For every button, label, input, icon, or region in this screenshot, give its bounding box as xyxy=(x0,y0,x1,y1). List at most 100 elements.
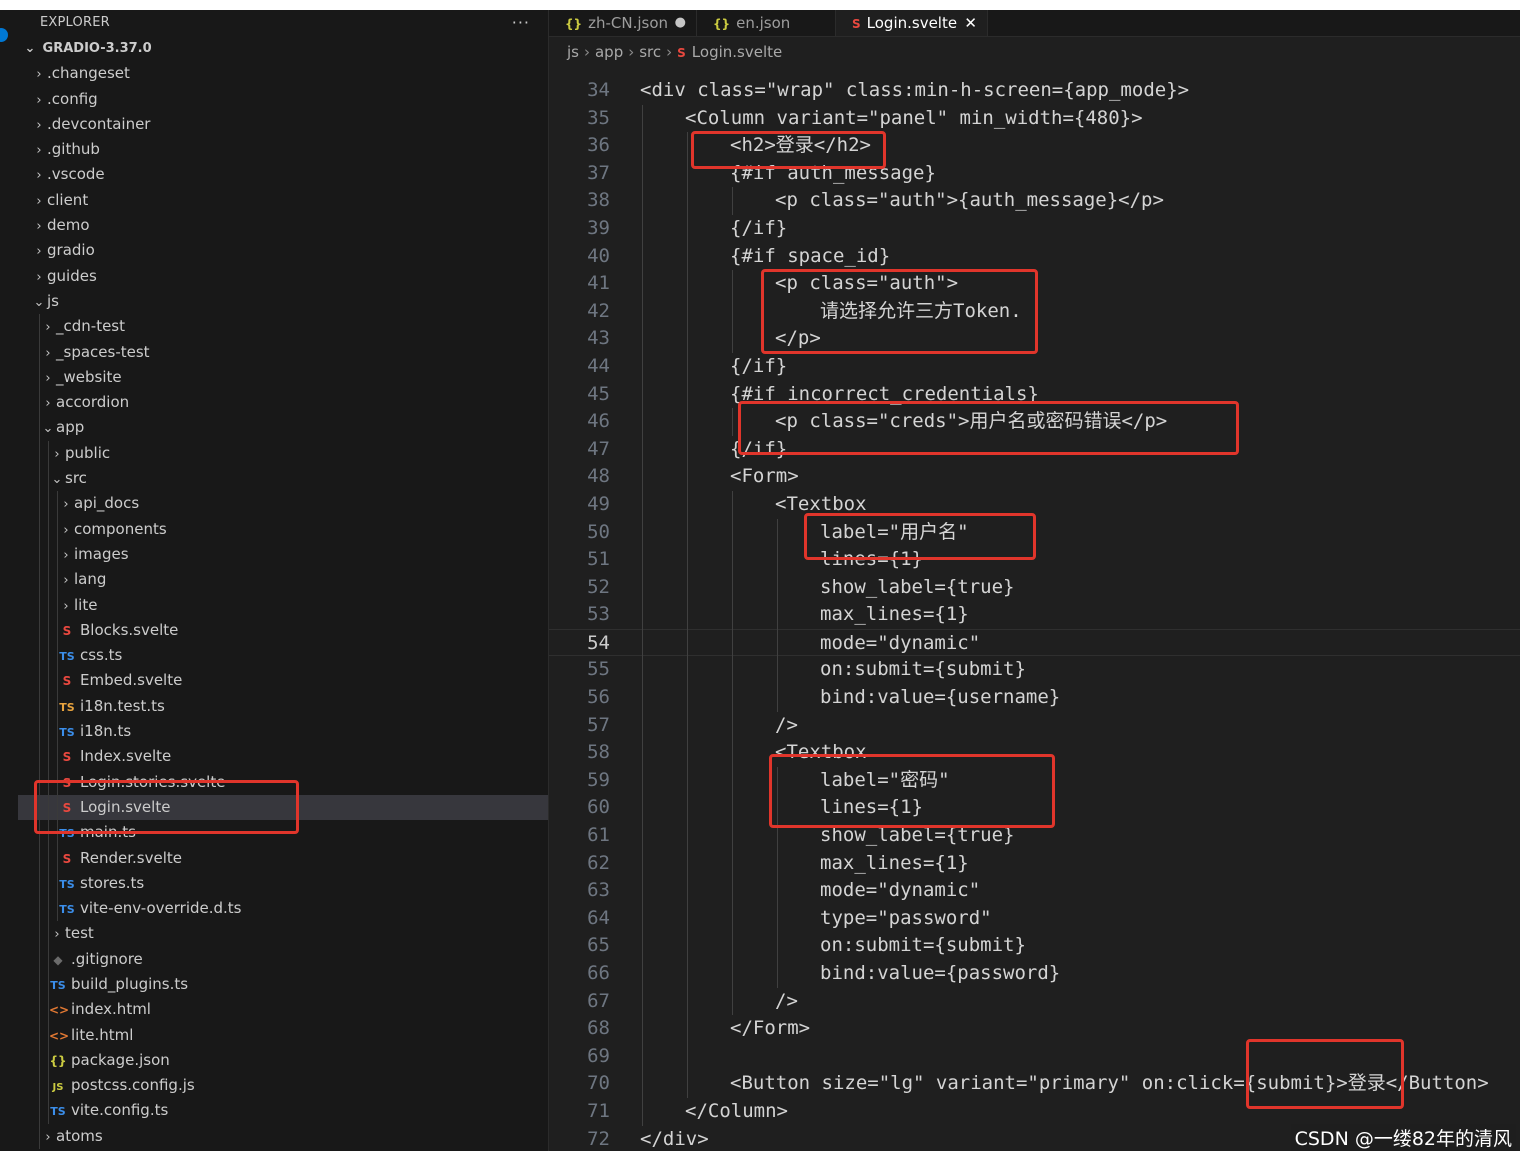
file-item[interactable]: S Blocks.svelte xyxy=(18,617,548,644)
indent-guide xyxy=(48,693,49,720)
chevron-right-icon: › xyxy=(36,92,42,108)
code-text: <p class="auth">{auth_message}</p> xyxy=(775,189,1164,212)
editor-tab[interactable]: {} en.json xyxy=(697,10,836,36)
line-number: 57 xyxy=(587,713,610,736)
indent-guide xyxy=(39,845,40,871)
folder-item[interactable]: › gradio xyxy=(18,238,548,263)
folder-item[interactable]: › components xyxy=(18,516,548,542)
more-actions-icon[interactable]: ··· xyxy=(512,10,530,36)
code-text: on:submit={submit} xyxy=(820,658,1026,681)
indent-guide xyxy=(48,769,49,795)
tree-item-label: test xyxy=(65,924,94,943)
code-text: type="password" xyxy=(820,906,992,929)
chevron-down-icon: ⌄ xyxy=(42,421,54,437)
chevron-right-icon: › xyxy=(54,446,60,462)
code-text: bind:value={username} xyxy=(820,686,1061,709)
file-item[interactable]: TS i18n.ts xyxy=(18,719,548,745)
folder-item[interactable]: › images xyxy=(18,541,548,568)
editor-tab[interactable]: S Login.svelte ✕ xyxy=(836,10,988,36)
file-item[interactable]: S Embed.svelte xyxy=(18,668,548,694)
code-text: show_label={true} xyxy=(820,824,1015,847)
breadcrumb-item[interactable]: app xyxy=(595,43,623,61)
file-item[interactable]: S Login.svelte xyxy=(18,794,548,821)
folder-item[interactable]: › client xyxy=(18,188,548,213)
json-file-icon: {} xyxy=(565,17,583,31)
chevron-right-icon: › xyxy=(54,927,60,943)
code-line: 40 {#if space_id} xyxy=(549,243,1520,271)
folder-item[interactable]: › .changeset xyxy=(18,61,548,86)
line-number: 66 xyxy=(587,962,610,984)
code-text: label="用户名" xyxy=(820,520,969,543)
folder-item[interactable]: › _spaces-test xyxy=(18,339,548,365)
folder-item[interactable]: › .config xyxy=(18,87,548,112)
indent-guide xyxy=(732,270,733,353)
code-text: /> xyxy=(775,713,798,736)
code-line: 58 <Textbox xyxy=(549,739,1520,767)
breadcrumb-item[interactable]: js xyxy=(567,43,579,61)
workspace-root-label: GRADIO-3.37.0 xyxy=(42,41,152,56)
tree-item-label: _website xyxy=(56,367,122,386)
code-text: <Button size="lg" variant="primary" on:c… xyxy=(730,1072,1489,1095)
accounts-badge-icon[interactable] xyxy=(0,28,8,42)
folder-item[interactable]: › _cdn-test xyxy=(18,314,548,340)
folder-item[interactable]: ⌄ src xyxy=(18,466,548,492)
indent-guide xyxy=(48,1098,49,1124)
folder-item[interactable]: › lang xyxy=(18,567,548,593)
folder-item[interactable]: ⌄ app xyxy=(18,415,548,441)
modified-dot-icon[interactable]: ● xyxy=(675,10,686,36)
folder-item[interactable]: › api_docs xyxy=(18,491,548,517)
code-text: <p class="auth"> xyxy=(775,272,959,295)
folder-item[interactable]: › demo xyxy=(18,213,548,238)
folder-item[interactable]: ⌄ js xyxy=(18,289,548,314)
folder-item[interactable]: › .github xyxy=(18,137,548,162)
line-number: 35 xyxy=(587,106,610,129)
folder-item[interactable]: › _website xyxy=(18,364,548,391)
folder-item[interactable]: › guides xyxy=(18,264,548,289)
folder-item[interactable]: › .vscode xyxy=(18,162,548,187)
code-line: 50 label="用户名" xyxy=(549,519,1520,547)
workspace-root[interactable]: ⌄ GRADIO-3.37.0 xyxy=(18,36,548,61)
file-item[interactable]: TS build_plugins.ts xyxy=(18,971,548,998)
folder-item[interactable]: › lite xyxy=(18,592,548,618)
file-item[interactable]: {} package.json xyxy=(18,1047,548,1074)
svelte-file-icon: S xyxy=(62,775,72,790)
file-item[interactable]: <> lite.html xyxy=(18,1022,548,1048)
folder-item[interactable]: › test xyxy=(18,921,548,947)
folder-item[interactable]: › .devcontainer xyxy=(18,112,548,137)
code-text: mode="dynamic" xyxy=(820,631,981,654)
file-item[interactable]: <> index.html xyxy=(18,997,548,1023)
file-item[interactable]: TS stores.ts xyxy=(18,870,548,897)
line-number: 37 xyxy=(587,161,610,184)
line-number: 46 xyxy=(587,410,610,433)
file-item[interactable]: TS vite.config.ts xyxy=(18,1098,548,1124)
file-item[interactable]: TS vite-env-override.d.ts xyxy=(18,896,548,922)
file-item[interactable]: JS postcss.config.js xyxy=(18,1073,548,1099)
indent-guide xyxy=(48,1047,49,1074)
editor-tab-label: zh-CN.json xyxy=(588,14,669,32)
breadcrumb-item[interactable]: src xyxy=(639,43,661,61)
tree-item-label: .config xyxy=(47,89,98,108)
tree-item-label: .changeset xyxy=(47,64,130,83)
code-text: </p> xyxy=(775,327,821,350)
indent-guide xyxy=(57,870,58,897)
indent-guide xyxy=(39,693,40,720)
editor-tab-label: en.json xyxy=(736,14,791,32)
close-tab-icon[interactable]: ✕ xyxy=(964,10,977,36)
code-editor[interactable]: 34 <div class="wrap" class:min-h-screen={… xyxy=(549,77,1520,1151)
folder-item[interactable]: › atoms xyxy=(18,1123,548,1150)
indent-guide xyxy=(39,870,40,897)
file-item[interactable]: S Render.svelte xyxy=(18,845,548,871)
file-item[interactable]: S Index.svelte xyxy=(18,744,548,770)
tree-item-label: i18n.test.ts xyxy=(80,696,165,715)
line-number: 39 xyxy=(587,216,610,239)
folder-item[interactable]: › accordion xyxy=(18,390,548,416)
editor-tab[interactable]: {} zh-CN.json ● xyxy=(549,10,697,36)
file-item[interactable]: TS css.ts xyxy=(18,643,548,669)
file-item[interactable]: ◆ .gitignore xyxy=(18,946,548,972)
file-item[interactable]: TS main.ts xyxy=(18,820,548,846)
indent-guide xyxy=(57,516,58,542)
file-item[interactable]: TS i18n.test.ts xyxy=(18,693,548,720)
file-item[interactable]: S Login.stories.svelte xyxy=(18,769,548,795)
folder-item[interactable]: › public xyxy=(18,440,548,467)
breadcrumb-item[interactable]: Login.svelte xyxy=(692,43,782,61)
